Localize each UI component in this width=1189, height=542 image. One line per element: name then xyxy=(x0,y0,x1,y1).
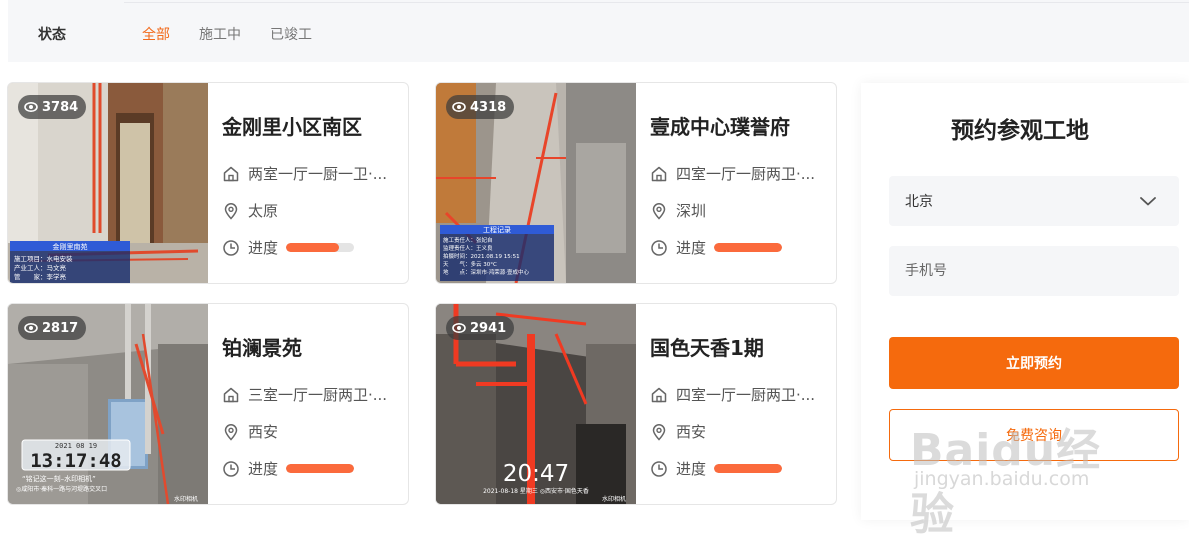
project-title[interactable]: 金刚里小区南区 xyxy=(222,111,362,140)
progress-label: 进度 xyxy=(676,460,707,478)
filter-option-in-progress[interactable]: 施工中 xyxy=(199,24,241,44)
view-count: 4318 xyxy=(470,99,507,115)
filter-label: 状态 xyxy=(38,27,66,43)
city-select-value: 北京 xyxy=(905,194,933,210)
location-icon xyxy=(652,202,666,220)
eye-icon xyxy=(452,102,466,112)
view-count-badge: 3784 xyxy=(18,95,87,119)
status-filter-bar: 状态 全部 施工中 已竣工 xyxy=(8,0,1189,62)
progress-label: 进度 xyxy=(676,239,707,257)
layout-text: 三室一厅一厨两卫·... xyxy=(248,386,388,404)
clock-icon xyxy=(651,460,667,477)
house-icon xyxy=(223,387,239,402)
project-title[interactable]: 铂澜景苑 xyxy=(222,332,302,361)
clock-icon xyxy=(651,239,667,256)
project-photo[interactable]: 工程记录 施工责任人：张妃自 监理责任人：王义良 拍摄时间：2021.08.19… xyxy=(436,83,636,283)
progress-bar xyxy=(286,243,355,252)
photo-caption: 金刚里南苑 xyxy=(53,242,88,251)
booking-panel: 预约参观工地 北京 立即预约 免费咨询 xyxy=(861,83,1189,520)
filter-option-completed[interactable]: 已竣工 xyxy=(270,24,312,44)
project-title[interactable]: 壹成中心璞誉府 xyxy=(650,111,790,140)
svg-text:天 气：多云 30°C: 天 气：多云 30°C xyxy=(443,260,497,268)
project-card[interactable]: 金刚里南苑 施工项目：水电安装 产业工人：马文亮 管 家：李学亮 3784 金刚… xyxy=(7,82,409,284)
location-icon xyxy=(224,202,238,220)
divider xyxy=(124,2,1189,3)
progress-bar xyxy=(714,464,783,473)
view-count: 3784 xyxy=(42,99,79,115)
progress-bar xyxy=(714,243,783,252)
svg-text:施工责任人：张妃自: 施工责任人：张妃自 xyxy=(443,236,493,244)
city-text: 深圳 xyxy=(676,202,707,220)
svg-text:地 点：深圳市·鸿荣源·壹成中心: 地 点：深圳市·鸿荣源·壹成中心 xyxy=(443,268,529,276)
view-count-badge: 2941 xyxy=(446,316,515,340)
svg-text:2021-08-18 星期三 ◎西安市·国色天香: 2021-08-18 星期三 ◎西安市·国色天香 xyxy=(483,487,589,495)
svg-text:监理责任人：王义良: 监理责任人：王义良 xyxy=(443,244,493,252)
svg-text:拍摄时间：2021.08.19 15:51: 拍摄时间：2021.08.19 15:51 xyxy=(443,252,520,260)
house-icon xyxy=(651,166,667,181)
view-count-badge: 2817 xyxy=(18,316,87,340)
project-photo[interactable]: 2021 08 19 13:17:48 “铭记这一刻–水印相机” ◎咸阳市·秦科… xyxy=(8,304,208,504)
svg-text:产业工人：马文亮: 产业工人：马文亮 xyxy=(14,263,67,272)
eye-icon xyxy=(24,102,38,112)
layout-text: 两室一厅一厨一卫·... xyxy=(248,165,388,183)
photo-date: 2021 08 19 xyxy=(55,442,97,450)
svg-text:◎咸阳市·秦科一路与河堤路交叉口: ◎咸阳市·秦科一路与河堤路交叉口 xyxy=(16,485,107,493)
filter-option-all[interactable]: 全部 xyxy=(142,24,170,44)
location-icon xyxy=(224,423,238,441)
svg-text:施工项目：水电安装: 施工项目：水电安装 xyxy=(14,254,73,263)
house-icon xyxy=(651,387,667,402)
photo-time: 13:17:48 xyxy=(30,450,122,472)
view-count-badge: 4318 xyxy=(446,95,515,119)
project-title[interactable]: 国色天香1期 xyxy=(650,332,764,361)
view-count: 2817 xyxy=(42,320,79,336)
city-text: 西安 xyxy=(248,423,279,441)
progress-label: 进度 xyxy=(248,460,279,478)
phone-field[interactable] xyxy=(889,246,1179,296)
location-icon xyxy=(652,423,666,441)
photo-time: 20:47 xyxy=(503,461,569,487)
progress-bar xyxy=(286,464,355,473)
city-text: 太原 xyxy=(248,202,279,220)
project-photo[interactable]: 20:47 2021-08-18 星期三 ◎西安市·国色天香 水印相机 2941 xyxy=(436,304,636,504)
svg-text:水印相机: 水印相机 xyxy=(174,495,198,503)
eye-icon xyxy=(24,323,38,333)
layout-text: 四室一厅一厨两卫·... xyxy=(676,386,816,404)
svg-text:水印相机: 水印相机 xyxy=(602,495,626,503)
house-icon xyxy=(223,166,239,181)
clock-icon xyxy=(223,239,239,256)
city-select[interactable]: 北京 xyxy=(889,176,1179,226)
project-card[interactable]: 2021 08 19 13:17:48 “铭记这一刻–水印相机” ◎咸阳市·秦科… xyxy=(7,303,409,505)
project-photo[interactable]: 金刚里南苑 施工项目：水电安装 产业工人：马文亮 管 家：李学亮 3784 xyxy=(8,83,208,283)
clock-icon xyxy=(223,460,239,477)
layout-text: 四室一厅一厨两卫·... xyxy=(676,165,816,183)
svg-text:“铭记这一刻–水印相机”: “铭记这一刻–水印相机” xyxy=(22,474,96,483)
eye-icon xyxy=(452,323,466,333)
progress-label: 进度 xyxy=(248,239,279,257)
view-count: 2941 xyxy=(470,320,507,336)
book-now-button[interactable]: 立即预约 xyxy=(889,337,1179,389)
phone-input[interactable] xyxy=(905,263,1163,279)
city-text: 西安 xyxy=(676,423,707,441)
free-consult-button[interactable]: 免费咨询 xyxy=(889,409,1179,461)
project-card[interactable]: 工程记录 施工责任人：张妃自 监理责任人：王义良 拍摄时间：2021.08.19… xyxy=(435,82,837,284)
chevron-down-icon xyxy=(1140,197,1156,206)
photo-caption: 工程记录 xyxy=(483,225,511,234)
project-card[interactable]: 20:47 2021-08-18 星期三 ◎西安市·国色天香 水印相机 2941… xyxy=(435,303,837,505)
booking-title: 预约参观工地 xyxy=(951,118,1089,144)
svg-text:管 家：李学亮: 管 家：李学亮 xyxy=(14,272,67,281)
